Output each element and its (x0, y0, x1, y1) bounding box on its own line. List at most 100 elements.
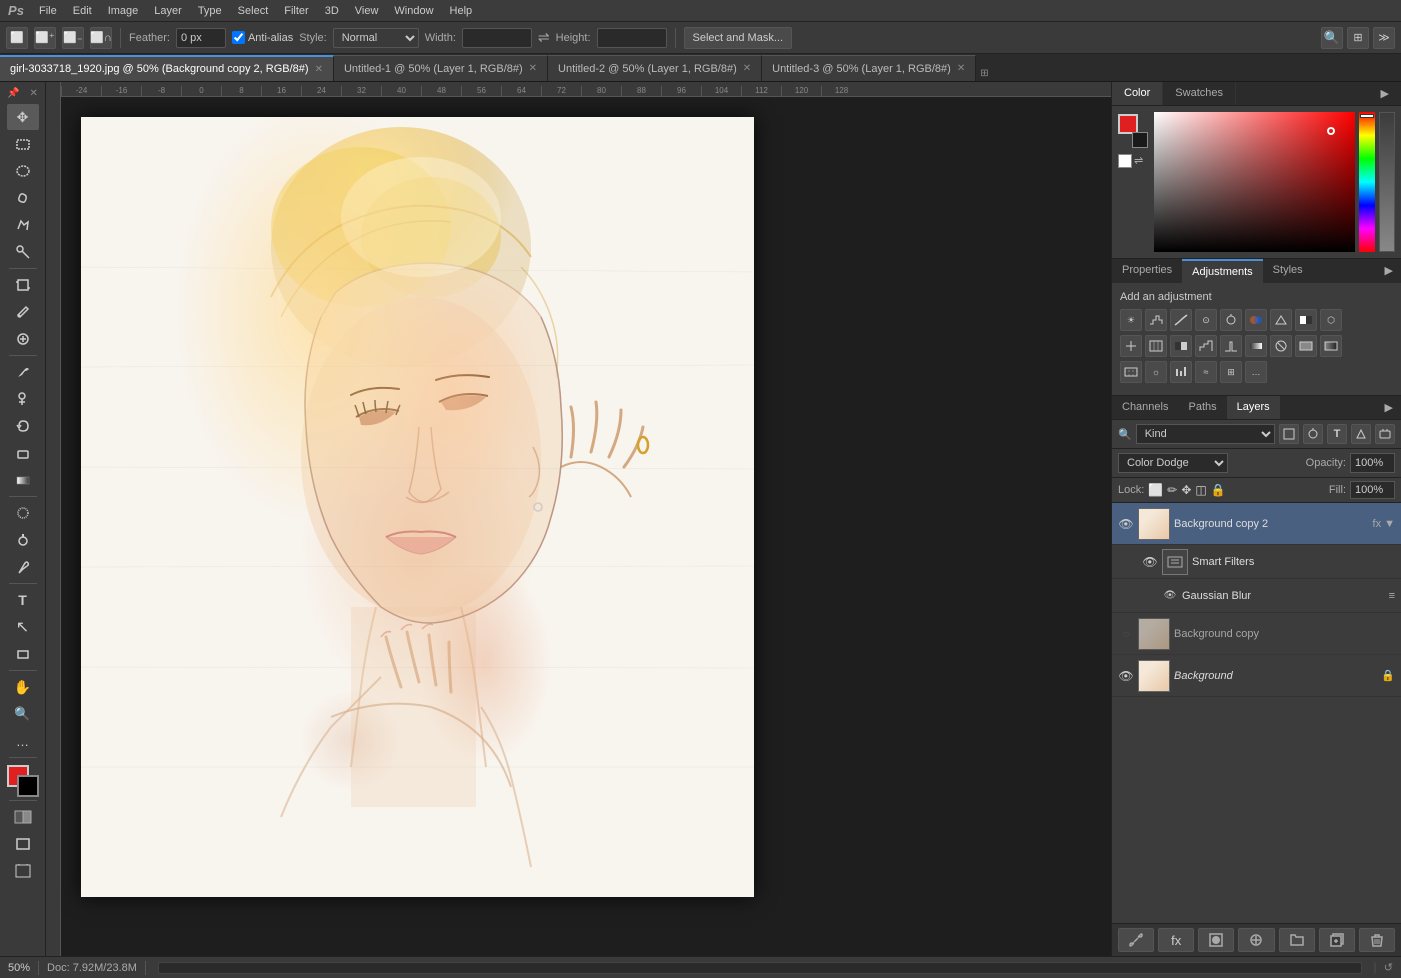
arrange-windows-btn[interactable]: ⊞ (1347, 27, 1369, 49)
clone-stamp-tool[interactable] (7, 386, 39, 412)
layers-panel-menu-btn[interactable]: ▶ (1377, 396, 1401, 419)
magic-wand-tool[interactable] (7, 239, 39, 265)
status-scrollbar[interactable] (158, 962, 1362, 974)
tab-styles[interactable]: Styles (1263, 259, 1313, 283)
lock-image-icon[interactable]: ✏ (1167, 483, 1177, 497)
new-selection-btn[interactable]: ⬜ (6, 27, 28, 49)
vibrance-adj[interactable] (1220, 309, 1242, 331)
menu-window[interactable]: Window (387, 3, 440, 19)
color-adj2[interactable]: ⊞ (1220, 361, 1242, 383)
layer-background[interactable]: 👁 Background 🔒 (1112, 655, 1401, 697)
lasso-tool[interactable] (7, 185, 39, 211)
healing-tool[interactable] (7, 326, 39, 352)
color-spectrum[interactable] (1154, 112, 1355, 252)
hue-saturation-adj[interactable] (1245, 309, 1267, 331)
blend-mode-select[interactable]: Color Dodge Normal Dissolve Multiply Scr… (1118, 453, 1228, 473)
select-and-mask-button[interactable]: Select and Mask... (684, 27, 793, 49)
move-tool[interactable]: ✥ (7, 104, 39, 130)
new-layer-btn[interactable] (1319, 928, 1355, 952)
posterize-adj[interactable] (1195, 335, 1217, 357)
more-panels-btn[interactable]: ≫ (1373, 27, 1395, 49)
dodge-tool[interactable] (7, 527, 39, 553)
menu-type[interactable]: Type (191, 3, 229, 19)
layer-visibility-gb[interactable]: 👁 (1162, 588, 1178, 604)
toolbar-close-btn[interactable]: ✕ (26, 86, 42, 101)
filter-shape-btn[interactable] (1351, 424, 1371, 444)
path-selection-tool[interactable]: ↖ (7, 614, 39, 640)
anti-alias-checkbox[interactable] (232, 31, 245, 44)
tab-channels[interactable]: Channels (1112, 396, 1178, 419)
adj-panel-menu-btn[interactable]: ▶ (1377, 259, 1401, 282)
gradient-fill[interactable] (1320, 335, 1342, 357)
layer-blend-icon-gb[interactable]: ≡ (1389, 590, 1395, 602)
curves-adj2[interactable]: ≈ (1195, 361, 1217, 383)
add-mask-btn[interactable] (1198, 928, 1234, 952)
tab-0[interactable]: girl-3033718_1920.jpg @ 50% (Background … (0, 55, 334, 81)
more-adj[interactable]: … (1245, 361, 1267, 383)
layer-visibility-sf[interactable]: 👁 (1142, 554, 1158, 570)
tab-1-close[interactable]: ✕ (529, 63, 537, 74)
tab-swatches[interactable]: Swatches (1163, 82, 1236, 105)
layer-visibility-2[interactable]: 👁 (1118, 668, 1134, 684)
lock-all-icon[interactable]: 🔒 (1211, 483, 1226, 497)
tab-layers[interactable]: Layers (1227, 396, 1280, 419)
photo-filter-adj[interactable]: ⬡ (1320, 309, 1342, 331)
crop-tool[interactable] (7, 272, 39, 298)
menu-3d[interactable]: 3D (318, 3, 346, 19)
layer-bg-copy-2[interactable]: 👁 Background copy 2 fx ▼ (1112, 503, 1401, 545)
levels-adj2[interactable] (1170, 361, 1192, 383)
tab-0-close[interactable]: ✕ (315, 64, 323, 75)
tab-2[interactable]: Untitled-2 @ 50% (Layer 1, RGB/8#) ✕ (548, 55, 762, 81)
link-layers-btn[interactable] (1118, 928, 1154, 952)
style-select[interactable]: Normal Fixed Ratio Fixed Size (333, 28, 419, 48)
pattern-fill[interactable] (1120, 361, 1142, 383)
layer-smart-filters[interactable]: 👁 Smart Filters (1112, 545, 1401, 579)
ellipse-marquee-tool[interactable] (7, 158, 39, 184)
tab-properties[interactable]: Properties (1112, 259, 1182, 283)
bg-color-indicator[interactable] (1132, 132, 1148, 148)
tab-paths[interactable]: Paths (1178, 396, 1226, 419)
width-input[interactable] (462, 28, 532, 48)
filter-smart-btn[interactable] (1375, 424, 1395, 444)
menu-layer[interactable]: Layer (147, 3, 189, 19)
layer-fx-icon-0[interactable]: fx (1373, 518, 1382, 530)
solid-color-fill[interactable] (1295, 335, 1317, 357)
tab-adjustments[interactable]: Adjustments (1182, 259, 1263, 283)
exposure-adj[interactable]: ⊙ (1195, 309, 1217, 331)
toolbar-pin-btn[interactable]: 📌 (3, 86, 23, 101)
menu-file[interactable]: File (32, 3, 64, 19)
blur-tool[interactable] (7, 500, 39, 526)
menu-help[interactable]: Help (443, 3, 480, 19)
menu-image[interactable]: Image (101, 3, 146, 19)
selective-color-adj[interactable] (1270, 335, 1292, 357)
tabs-collapse-btn[interactable]: ⊞ (976, 66, 992, 81)
tab-color[interactable]: Color (1112, 82, 1163, 105)
zoom-tool[interactable]: 🔍 (7, 701, 39, 727)
brightness-contrast-adj[interactable]: ☀ (1120, 309, 1142, 331)
menu-view[interactable]: View (348, 3, 386, 19)
feather-input[interactable] (176, 28, 226, 48)
black-white-adj[interactable] (1295, 309, 1317, 331)
color-balance-adj[interactable] (1270, 309, 1292, 331)
invert-adj[interactable] (1170, 335, 1192, 357)
hue-slider[interactable] (1359, 112, 1375, 252)
curves-adj[interactable] (1170, 309, 1192, 331)
swap-colors-btn[interactable]: ⇌ (1134, 154, 1143, 168)
height-input[interactable] (597, 28, 667, 48)
lock-position-icon[interactable]: ✥ (1181, 483, 1191, 497)
tab-3-close[interactable]: ✕ (957, 63, 965, 74)
threshold-adj[interactable] (1220, 335, 1242, 357)
fg-color-indicator[interactable] (1118, 114, 1138, 134)
delete-layer-btn[interactable] (1359, 928, 1395, 952)
more-tools-btn[interactable]: … (7, 728, 39, 754)
rect-marquee-tool[interactable] (7, 131, 39, 157)
color-lookup-adj[interactable] (1145, 335, 1167, 357)
lock-transparent-icon[interactable]: ⬜ (1148, 483, 1163, 497)
canvas-container[interactable] (61, 97, 1111, 956)
reset-colors-btn[interactable] (1118, 154, 1132, 168)
shape-tool[interactable] (7, 641, 39, 667)
fill-input[interactable] (1350, 481, 1395, 499)
filter-type-select[interactable]: Kind Name Effect Mode Attribute Color Sm… (1136, 424, 1275, 444)
tab-2-close[interactable]: ✕ (743, 63, 751, 74)
filter-type-btn[interactable]: T (1327, 424, 1347, 444)
